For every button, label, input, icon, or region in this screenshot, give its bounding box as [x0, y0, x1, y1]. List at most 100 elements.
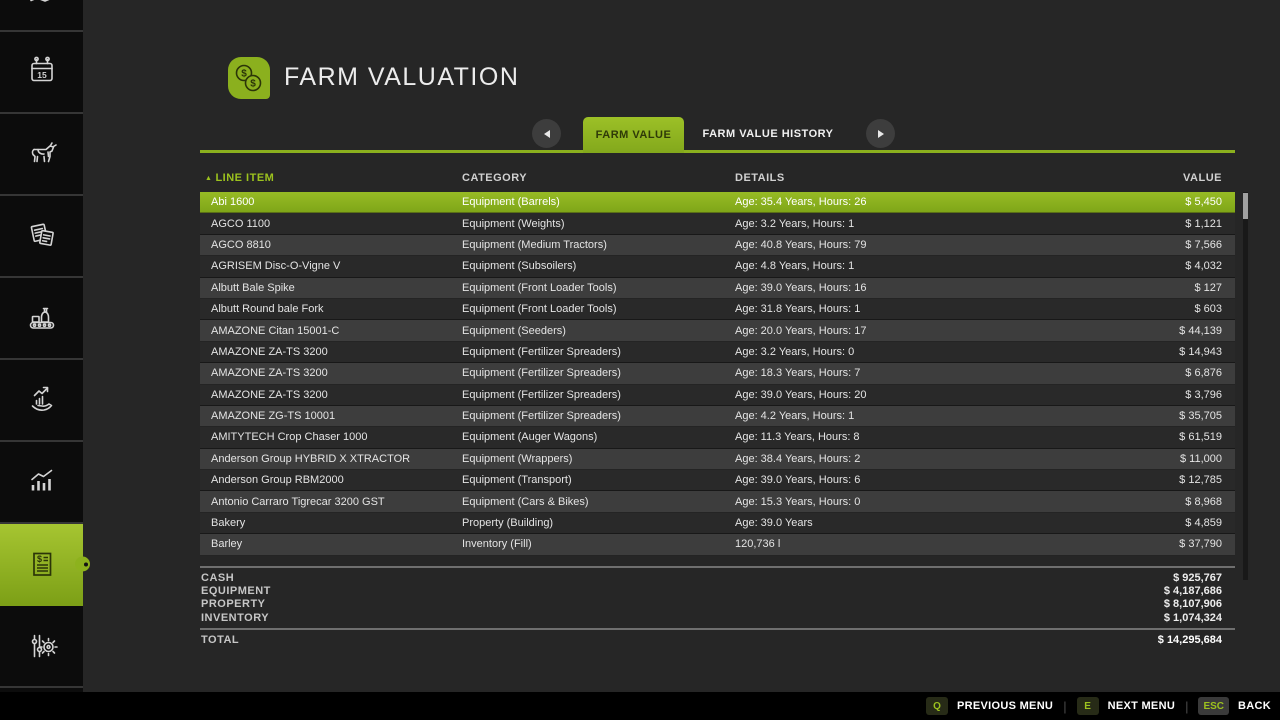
cell-line-item: Bakery [200, 517, 462, 529]
bottom-bar: QPREVIOUS MENU|ENEXT MENU|ESCBACK [0, 692, 1280, 720]
sidebar-item-map[interactable] [0, 0, 83, 32]
table-row[interactable]: Abi 1600Equipment (Barrels)Age: 35.4 Yea… [200, 192, 1235, 213]
footer-action-back[interactable]: ESCBACK [1198, 697, 1271, 715]
sidebar: 15 $ [0, 0, 83, 692]
map-icon [23, 0, 59, 13]
sidebar-item-production[interactable] [0, 278, 83, 360]
table-row[interactable]: BakeryProperty (Building)Age: 39.0 Years… [200, 513, 1235, 534]
cell-details: Age: 35.4 Years, Hours: 26 [735, 196, 1065, 208]
sort-ascending-icon: ▲ [205, 175, 212, 182]
summary-list: CASH$ 925,767EQUIPMENT$ 4,187,686PROPERT… [200, 566, 1235, 625]
cell-line-item: AGCO 1100 [200, 218, 462, 230]
tab-farm-value[interactable]: FARM VALUE [583, 117, 684, 153]
cell-details: Age: 4.8 Years, Hours: 1 [735, 260, 1065, 272]
table-row[interactable]: AMAZONE ZA-TS 3200Equipment (Fertilizer … [200, 363, 1235, 384]
key-badge-q: Q [926, 697, 948, 715]
column-header-value[interactable]: VALUE [1065, 172, 1235, 184]
cell-details: 120,736 l [735, 538, 1065, 550]
column-header-line-item[interactable]: ▲ LINE ITEM [200, 172, 462, 184]
table-row[interactable]: Antonio Carraro Tigrecar 3200 GSTEquipme… [200, 491, 1235, 512]
cell-value: $ 44,139 [1065, 325, 1235, 337]
cell-line-item: Barley [200, 538, 462, 550]
cell-category: Equipment (Front Loader Tools) [462, 303, 735, 315]
cell-details: Age: 39.0 Years, Hours: 20 [735, 389, 1065, 401]
table-row[interactable]: AMAZONE ZG-TS 10001Equipment (Fertilizer… [200, 406, 1235, 427]
cell-category: Equipment (Fertilizer Spreaders) [462, 346, 735, 358]
footer-actions: QPREVIOUS MENU|ENEXT MENU|ESCBACK [926, 697, 1271, 715]
contracts-icon [24, 218, 60, 254]
active-indicator [75, 557, 90, 572]
cell-category: Equipment (Fertilizer Spreaders) [462, 410, 735, 422]
sidebar-item-settings[interactable] [0, 606, 83, 688]
summary-label: PROPERTY [200, 598, 266, 610]
table-row[interactable]: AGCO 1100Equipment (Weights)Age: 3.2 Yea… [200, 213, 1235, 234]
table-row[interactable]: AMAZONE ZA-TS 3200Equipment (Fertilizer … [200, 342, 1235, 363]
cell-details: Age: 39.0 Years [735, 517, 1065, 529]
cell-line-item: AMAZONE ZG-TS 10001 [200, 410, 462, 422]
table-row[interactable]: AMAZONE Citan 15001-CEquipment (Seeders)… [200, 320, 1235, 341]
key-badge-e: E [1077, 697, 1099, 715]
footer-action-next-menu[interactable]: ENEXT MENU [1077, 697, 1175, 715]
tab-prev-button[interactable] [532, 119, 561, 148]
table-row[interactable]: Albutt Round bale ForkEquipment (Front L… [200, 299, 1235, 320]
cell-value: $ 4,859 [1065, 517, 1235, 529]
cell-details: Age: 31.8 Years, Hours: 1 [735, 303, 1065, 315]
svg-text:15: 15 [37, 70, 47, 80]
footer-action-previous-menu[interactable]: QPREVIOUS MENU [926, 697, 1053, 715]
cell-details: Age: 20.0 Years, Hours: 17 [735, 325, 1065, 337]
sidebar-item-animals[interactable] [0, 114, 83, 196]
cell-category: Equipment (Fertilizer Spreaders) [462, 367, 735, 379]
cell-line-item: AMAZONE ZA-TS 3200 [200, 389, 462, 401]
cell-value: $ 127 [1065, 282, 1235, 294]
column-header-details[interactable]: DETAILS [735, 172, 1065, 184]
sidebar-item-contracts[interactable] [0, 196, 83, 278]
summary-label: INVENTORY [200, 612, 269, 624]
cell-category: Equipment (Auger Wagons) [462, 431, 735, 443]
cell-line-item: Anderson Group HYBRID X XTRACTOR [200, 453, 462, 465]
table-row[interactable]: Anderson Group HYBRID X XTRACTOREquipmen… [200, 449, 1235, 470]
cell-line-item: Antonio Carraro Tigrecar 3200 GST [200, 496, 462, 508]
scrollbar-thumb[interactable] [1243, 193, 1248, 219]
cell-value: $ 4,032 [1065, 260, 1235, 272]
table-body: Abi 1600Equipment (Barrels)Age: 35.4 Yea… [200, 192, 1235, 556]
table-row[interactable]: AMAZONE ZA-TS 3200Equipment (Fertilizer … [200, 385, 1235, 406]
cell-value: $ 37,790 [1065, 538, 1235, 550]
table-row[interactable]: AMITYTECH Crop Chaser 1000Equipment (Aug… [200, 427, 1235, 448]
tab-next-button[interactable] [866, 119, 895, 148]
production-icon [24, 300, 60, 336]
total-label: TOTAL [200, 634, 239, 646]
table-row[interactable]: AGCO 8810Equipment (Medium Tractors)Age:… [200, 235, 1235, 256]
table-row[interactable]: AGRISEM Disc-O-Vigne VEquipment (Subsoil… [200, 256, 1235, 277]
cell-category: Equipment (Barrels) [462, 196, 735, 208]
farm-valuation-icon: $ [24, 546, 60, 582]
column-header-category[interactable]: CATEGORY [462, 172, 735, 184]
cell-category: Equipment (Wrappers) [462, 453, 735, 465]
cell-details: Age: 18.3 Years, Hours: 7 [735, 367, 1065, 379]
farm-valuation-coins-icon: $ $ [228, 57, 270, 99]
finances-icon [24, 382, 60, 418]
cell-value: $ 12,785 [1065, 474, 1235, 486]
statistics-icon [24, 464, 60, 500]
scrollbar-track[interactable] [1243, 192, 1248, 580]
table-row[interactable]: Anderson Group RBM2000Equipment (Transpo… [200, 470, 1235, 491]
table-row[interactable]: BarleyInventory (Fill)120,736 l$ 37,790 [200, 534, 1235, 555]
footer-separator: | [1063, 699, 1066, 714]
cell-details: Age: 3.2 Years, Hours: 0 [735, 346, 1065, 358]
sidebar-item-finances[interactable] [0, 360, 83, 442]
right-arrow-icon [878, 130, 884, 138]
sidebar-item-statistics[interactable] [0, 442, 83, 524]
cell-value: $ 14,943 [1065, 346, 1235, 358]
cell-details: Age: 40.8 Years, Hours: 79 [735, 239, 1065, 251]
cell-line-item: Anderson Group RBM2000 [200, 474, 462, 486]
sidebar-item-farm-valuation[interactable]: $ [0, 524, 83, 606]
sidebar-item-calendar[interactable]: 15 [0, 32, 83, 114]
tab-farm-value-history[interactable]: FARM VALUE HISTORY [693, 118, 843, 150]
table-row[interactable]: Albutt Bale SpikeEquipment (Front Loader… [200, 278, 1235, 299]
summary-label: CASH [200, 572, 234, 584]
footer-label: BACK [1238, 700, 1271, 712]
cell-value: $ 61,519 [1065, 431, 1235, 443]
cell-category: Property (Building) [462, 517, 735, 529]
summary-label: EQUIPMENT [200, 585, 271, 597]
cell-category: Equipment (Subsoilers) [462, 260, 735, 272]
cell-line-item: AMAZONE ZA-TS 3200 [200, 367, 462, 379]
